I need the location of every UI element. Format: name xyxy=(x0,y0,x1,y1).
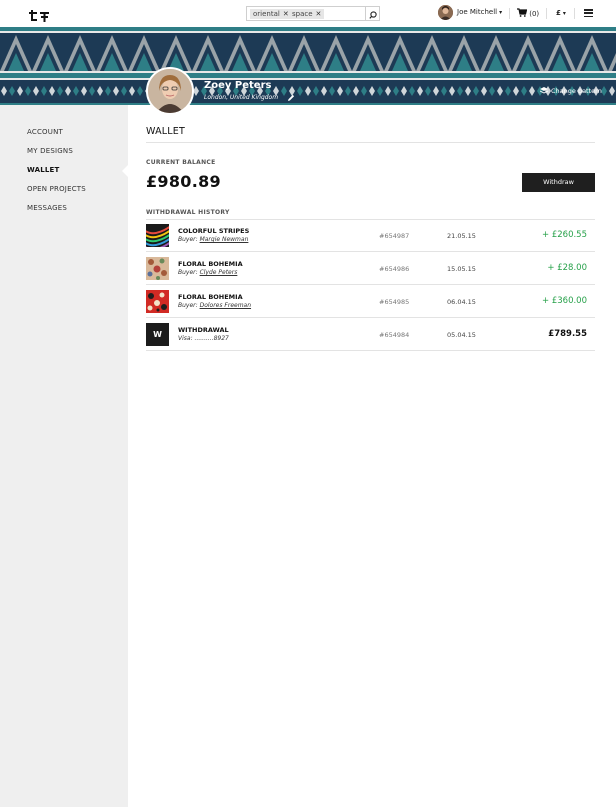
balance-amount: £980.89 xyxy=(146,172,221,191)
active-indicator xyxy=(122,165,128,177)
layers-icon xyxy=(540,87,548,94)
item-title: FLORAL BOHEMIA xyxy=(178,260,243,268)
transaction-date: 05.04.15 xyxy=(447,331,476,339)
withdraw-button[interactable]: Withdraw xyxy=(522,173,595,192)
divider xyxy=(509,8,510,19)
remove-tag-icon[interactable]: ✕ xyxy=(316,10,322,18)
design-thumbnail[interactable] xyxy=(146,224,169,247)
profile-banner xyxy=(0,27,616,105)
buyer-link[interactable]: Dolores Freeman xyxy=(200,302,251,309)
cart-icon xyxy=(517,8,528,17)
top-bar: oriental✕ space✕ Joe Mitchell▾ (0) £ xyxy=(0,0,616,27)
banner-pattern xyxy=(0,27,616,105)
divider xyxy=(574,8,575,19)
item-card: Visa: ..........8927 xyxy=(178,335,229,342)
change-pattern-button[interactable]: Change pattern xyxy=(540,87,602,95)
sidebar-item-account[interactable]: ACCOUNT xyxy=(27,128,63,136)
site-logo[interactable] xyxy=(27,7,51,22)
transaction-id: #654984 xyxy=(379,331,410,339)
transaction-date: 15.05.15 xyxy=(447,265,476,273)
profile-location: London, United Kingdom xyxy=(204,94,279,101)
profile-name: Zoey Peters xyxy=(204,80,272,91)
history-row[interactable]: COLORFUL STRIPES Buyer: Margie Newman #6… xyxy=(146,220,595,252)
withdrawal-thumbnail: W xyxy=(146,323,169,346)
transaction-date: 06.04.15 xyxy=(447,298,476,306)
balance-label: CURRENT BALANCE xyxy=(146,159,216,166)
item-buyer: Buyer: Clyde Peters xyxy=(178,269,238,276)
edit-pencil-icon[interactable] xyxy=(287,87,295,101)
item-buyer: Buyer: Margie Newman xyxy=(178,236,249,243)
hamburger-menu-icon[interactable] xyxy=(584,9,593,18)
transaction-amount: + £360.00 xyxy=(542,296,587,306)
profile-avatar[interactable] xyxy=(146,67,194,115)
transaction-amount: + £28.00 xyxy=(547,263,587,273)
design-thumbnail[interactable] xyxy=(146,290,169,313)
history-row[interactable]: FLORAL BOHEMIA Buyer: Dolores Freeman #6… xyxy=(146,286,595,318)
divider xyxy=(546,8,547,19)
search-tag-space[interactable]: space ✕ xyxy=(289,9,325,19)
history-label: WITHDRAWAL HISTORY xyxy=(146,209,230,216)
chevron-down-icon: ▾ xyxy=(499,9,503,16)
history-row[interactable]: FLORAL BOHEMIA Buyer: Clyde Peters #6549… xyxy=(146,253,595,285)
transaction-amount: + £260.55 xyxy=(542,230,587,240)
item-title: FLORAL BOHEMIA xyxy=(178,293,243,301)
transaction-id: #654986 xyxy=(379,265,410,273)
sidebar-item-my-designs[interactable]: MY DESIGNS xyxy=(27,147,73,155)
history-row[interactable]: W WITHDRAWAL Visa: ..........8927 #65498… xyxy=(146,319,595,351)
remove-tag-icon[interactable]: ✕ xyxy=(283,10,289,18)
user-avatar xyxy=(438,5,453,20)
transaction-date: 21.05.15 xyxy=(447,232,476,240)
divider xyxy=(146,142,595,143)
page-title: WALLET xyxy=(146,126,185,137)
search-icon xyxy=(369,11,377,19)
sidebar-item-open-projects[interactable]: OPEN PROJECTS xyxy=(27,185,86,193)
transaction-id: #654985 xyxy=(379,298,410,306)
item-buyer: Buyer: Dolores Freeman xyxy=(178,302,252,309)
item-title: COLORFUL STRIPES xyxy=(178,227,250,235)
currency-select[interactable]: £ ▾ xyxy=(556,9,566,17)
sidebar-item-wallet[interactable]: WALLET xyxy=(27,166,60,174)
sidebar-item-messages[interactable]: MESSAGES xyxy=(27,204,67,212)
buyer-link[interactable]: Margie Newman xyxy=(200,236,249,243)
cart-button[interactable]: (0) xyxy=(517,8,539,18)
search-box[interactable]: oriental ✕ space ✕ xyxy=(246,6,380,21)
chevron-down-icon: ▾ xyxy=(562,10,566,17)
search-tag-oriental[interactable]: oriental ✕ xyxy=(250,9,292,19)
search-button[interactable] xyxy=(365,7,379,20)
transaction-amount: £789.55 xyxy=(548,329,587,339)
transaction-id: #654987 xyxy=(379,232,410,240)
buyer-link[interactable]: Clyde Peters xyxy=(200,269,238,276)
design-thumbnail[interactable] xyxy=(146,257,169,280)
item-title: WITHDRAWAL xyxy=(178,326,229,334)
user-name: Joe Mitchell ▾ xyxy=(457,8,503,16)
